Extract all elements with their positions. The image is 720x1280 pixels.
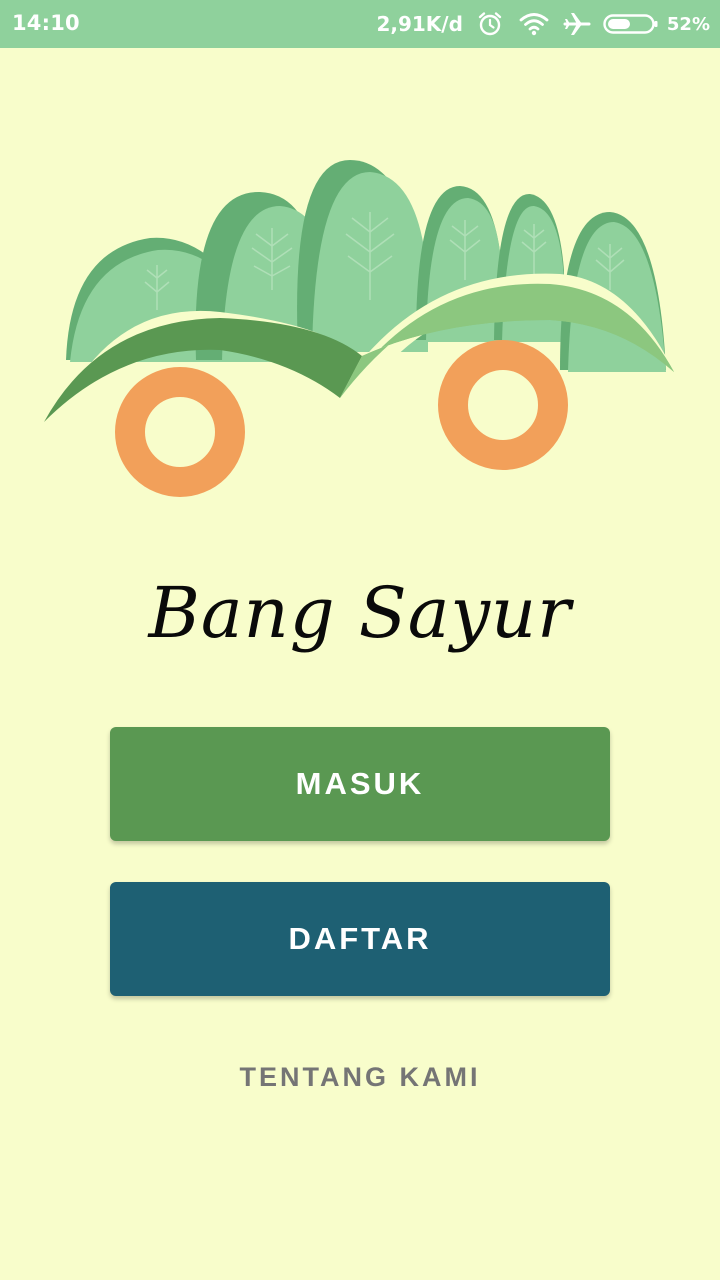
battery-percent: 52% — [666, 13, 710, 35]
alarm-icon — [477, 11, 503, 37]
register-button[interactable]: DAFTAR — [110, 882, 610, 996]
network-speed: 2,91K/d — [376, 12, 463, 36]
about-us-link[interactable]: TENTANG KAMI — [0, 1062, 720, 1093]
login-button[interactable]: MASUK — [110, 727, 610, 841]
app-title: Bang Sayur — [148, 572, 572, 654]
status-bar: 14:10 2,91K/d 52% — [0, 0, 720, 48]
status-time: 14:10 — [12, 11, 80, 35]
battery-icon — [603, 12, 659, 36]
status-indicators: 2,91K/d 52% — [376, 0, 710, 48]
wifi-icon — [519, 12, 549, 36]
vegetable-truck-logo — [44, 160, 674, 497]
airplane-icon — [563, 11, 591, 37]
